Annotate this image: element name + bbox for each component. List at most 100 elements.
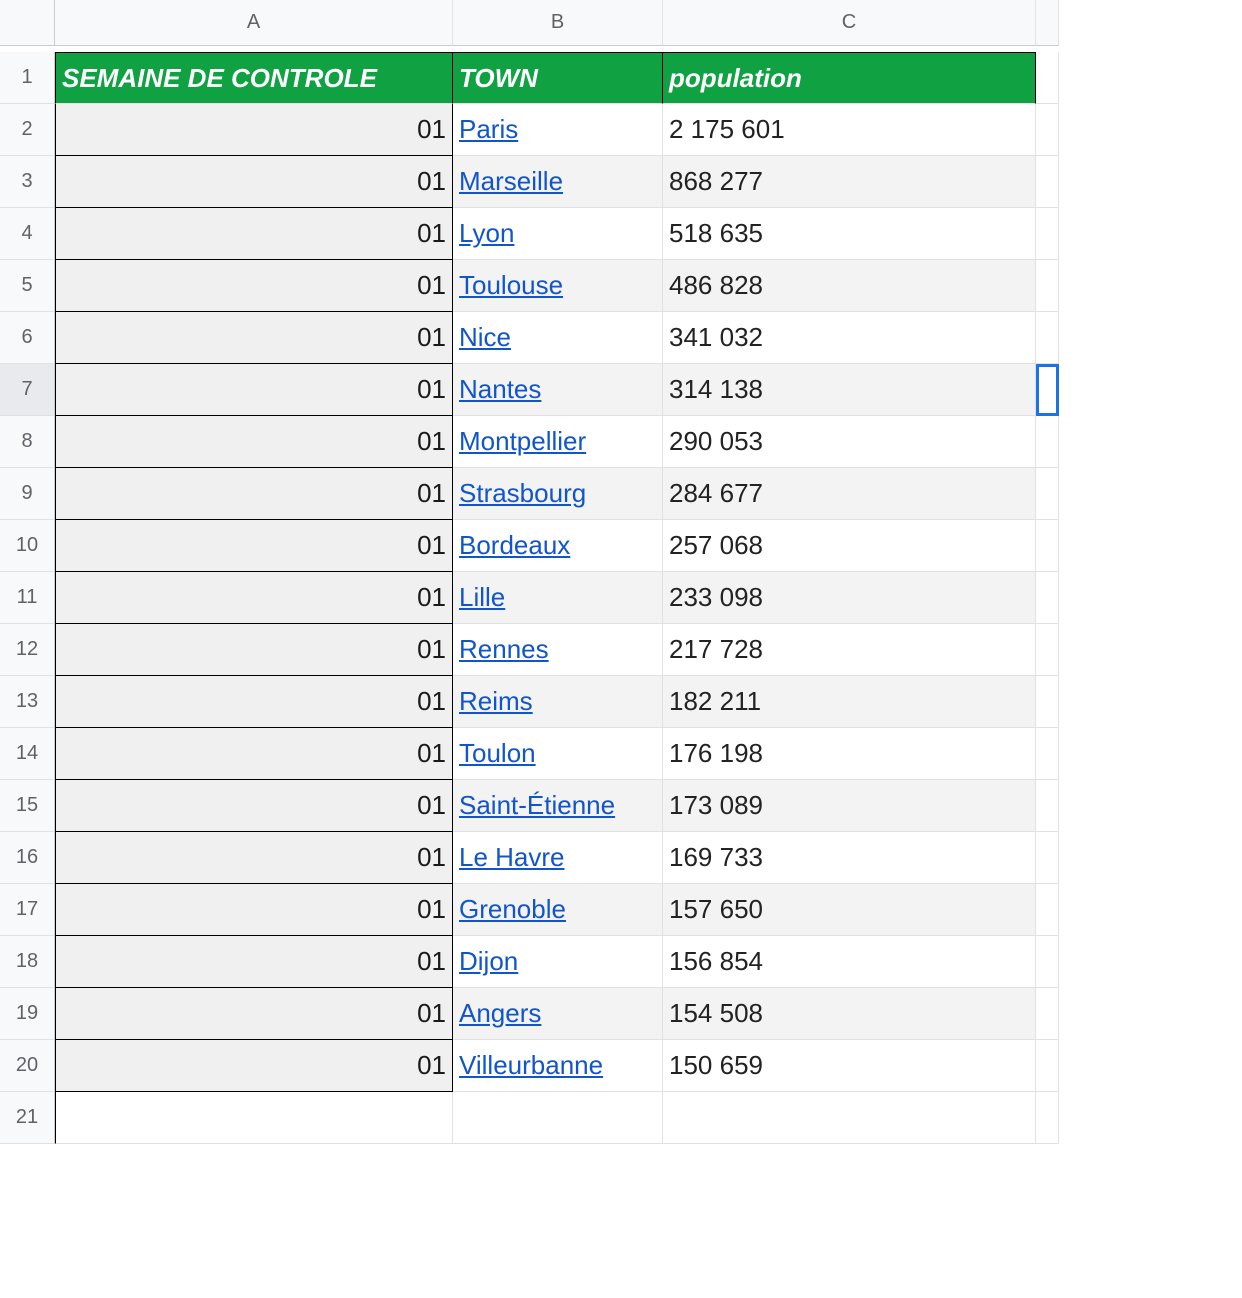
cell-A6[interactable]: 01 [55, 312, 453, 364]
cell-C6[interactable]: 341 032 [663, 312, 1036, 364]
cell-A3[interactable]: 01 [55, 156, 453, 208]
row-header-4[interactable]: 4 [0, 208, 55, 260]
cell-B14[interactable]: Toulon [453, 728, 663, 780]
cell-C9[interactable]: 284 677 [663, 468, 1036, 520]
cell-A21[interactable] [55, 1092, 453, 1144]
cell-B8[interactable]: Montpellier [453, 416, 663, 468]
cell-extra-12[interactable] [1036, 624, 1059, 676]
cell-C18[interactable]: 156 854 [663, 936, 1036, 988]
row-header-5[interactable]: 5 [0, 260, 55, 312]
row-header-14[interactable]: 14 [0, 728, 55, 780]
cell-A15[interactable]: 01 [55, 780, 453, 832]
row-header-18[interactable]: 18 [0, 936, 55, 988]
cell-A1[interactable]: SEMAINE DE CONTROLE [55, 52, 453, 104]
row-header-17[interactable]: 17 [0, 884, 55, 936]
cell-B1[interactable]: TOWN [453, 52, 663, 104]
cell-A2[interactable]: 01 [55, 104, 453, 156]
cell-A19[interactable]: 01 [55, 988, 453, 1040]
cell-extra-13[interactable] [1036, 676, 1059, 728]
cell-C14[interactable]: 176 198 [663, 728, 1036, 780]
cell-B4[interactable]: Lyon [453, 208, 663, 260]
row-header-15[interactable]: 15 [0, 780, 55, 832]
cell-B10[interactable]: Bordeaux [453, 520, 663, 572]
cell-A16[interactable]: 01 [55, 832, 453, 884]
cell-C13[interactable]: 182 211 [663, 676, 1036, 728]
cell-C2[interactable]: 2 175 601 [663, 104, 1036, 156]
cell-C17[interactable]: 157 650 [663, 884, 1036, 936]
row-header-12[interactable]: 12 [0, 624, 55, 676]
cell-extra-20[interactable] [1036, 1040, 1059, 1092]
cell-B20[interactable]: Villeurbanne [453, 1040, 663, 1092]
row-header-2[interactable]: 2 [0, 104, 55, 156]
row-header-11[interactable]: 11 [0, 572, 55, 624]
row-header-21[interactable]: 21 [0, 1092, 55, 1144]
cell-C10[interactable]: 257 068 [663, 520, 1036, 572]
col-header-a[interactable]: A [55, 0, 453, 46]
cell-C5[interactable]: 486 828 [663, 260, 1036, 312]
row-header-1[interactable]: 1 [0, 52, 55, 104]
cell-C20[interactable]: 150 659 [663, 1040, 1036, 1092]
cell-A9[interactable]: 01 [55, 468, 453, 520]
cell-A11[interactable]: 01 [55, 572, 453, 624]
cell-A17[interactable]: 01 [55, 884, 453, 936]
row-header-19[interactable]: 19 [0, 988, 55, 1040]
cell-B2[interactable]: Paris [453, 104, 663, 156]
cell-extra-6[interactable] [1036, 312, 1059, 364]
cell-extra-17[interactable] [1036, 884, 1059, 936]
cell-B13[interactable]: Reims [453, 676, 663, 728]
cell-A5[interactable]: 01 [55, 260, 453, 312]
cell-C1[interactable]: population [663, 52, 1036, 104]
cell-extra-3[interactable] [1036, 156, 1059, 208]
cell-B15[interactable]: Saint-Étienne [453, 780, 663, 832]
cell-A18[interactable]: 01 [55, 936, 453, 988]
cell-extra-8[interactable] [1036, 416, 1059, 468]
col-header-b[interactable]: B [453, 0, 663, 46]
cell-A10[interactable]: 01 [55, 520, 453, 572]
row-header-8[interactable]: 8 [0, 416, 55, 468]
cell-C21[interactable] [663, 1092, 1036, 1144]
cell-C3[interactable]: 868 277 [663, 156, 1036, 208]
cell-B6[interactable]: Nice [453, 312, 663, 364]
select-all-corner[interactable] [0, 0, 55, 46]
spreadsheet-grid[interactable]: A B C 1 SEMAINE DE CONTROLE TOWN populat… [0, 0, 1059, 1144]
cell-A7[interactable]: 01 [55, 364, 453, 416]
cell-B11[interactable]: Lille [453, 572, 663, 624]
cell-C16[interactable]: 169 733 [663, 832, 1036, 884]
cell-extra-5[interactable] [1036, 260, 1059, 312]
cell-extra-21[interactable] [1036, 1092, 1059, 1144]
cell-C11[interactable]: 233 098 [663, 572, 1036, 624]
cell-extra-16[interactable] [1036, 832, 1059, 884]
cell-extra-2[interactable] [1036, 104, 1059, 156]
cell-B16[interactable]: Le Havre [453, 832, 663, 884]
cell-C15[interactable]: 173 089 [663, 780, 1036, 832]
cell-C8[interactable]: 290 053 [663, 416, 1036, 468]
row-header-20[interactable]: 20 [0, 1040, 55, 1092]
col-header-extra[interactable] [1036, 0, 1059, 46]
cell-extra-15[interactable] [1036, 780, 1059, 832]
row-header-13[interactable]: 13 [0, 676, 55, 728]
cell-extra-18[interactable] [1036, 936, 1059, 988]
row-header-3[interactable]: 3 [0, 156, 55, 208]
row-header-10[interactable]: 10 [0, 520, 55, 572]
col-header-c[interactable]: C [663, 0, 1036, 46]
cell-C12[interactable]: 217 728 [663, 624, 1036, 676]
cell-B19[interactable]: Angers [453, 988, 663, 1040]
cell-extra-14[interactable] [1036, 728, 1059, 780]
cell-A14[interactable]: 01 [55, 728, 453, 780]
cell-B17[interactable]: Grenoble [453, 884, 663, 936]
cell-extra-10[interactable] [1036, 520, 1059, 572]
row-header-16[interactable]: 16 [0, 832, 55, 884]
cell-extra-9[interactable] [1036, 468, 1059, 520]
cell-extra-1[interactable] [1036, 52, 1059, 104]
cell-A4[interactable]: 01 [55, 208, 453, 260]
cell-B7[interactable]: Nantes [453, 364, 663, 416]
cell-B12[interactable]: Rennes [453, 624, 663, 676]
row-header-7[interactable]: 7 [0, 364, 55, 416]
cell-C4[interactable]: 518 635 [663, 208, 1036, 260]
cell-B21[interactable] [453, 1092, 663, 1144]
cell-A13[interactable]: 01 [55, 676, 453, 728]
cell-A20[interactable]: 01 [55, 1040, 453, 1092]
cell-extra-11[interactable] [1036, 572, 1059, 624]
cell-extra-7[interactable] [1036, 364, 1059, 416]
cell-B18[interactable]: Dijon [453, 936, 663, 988]
